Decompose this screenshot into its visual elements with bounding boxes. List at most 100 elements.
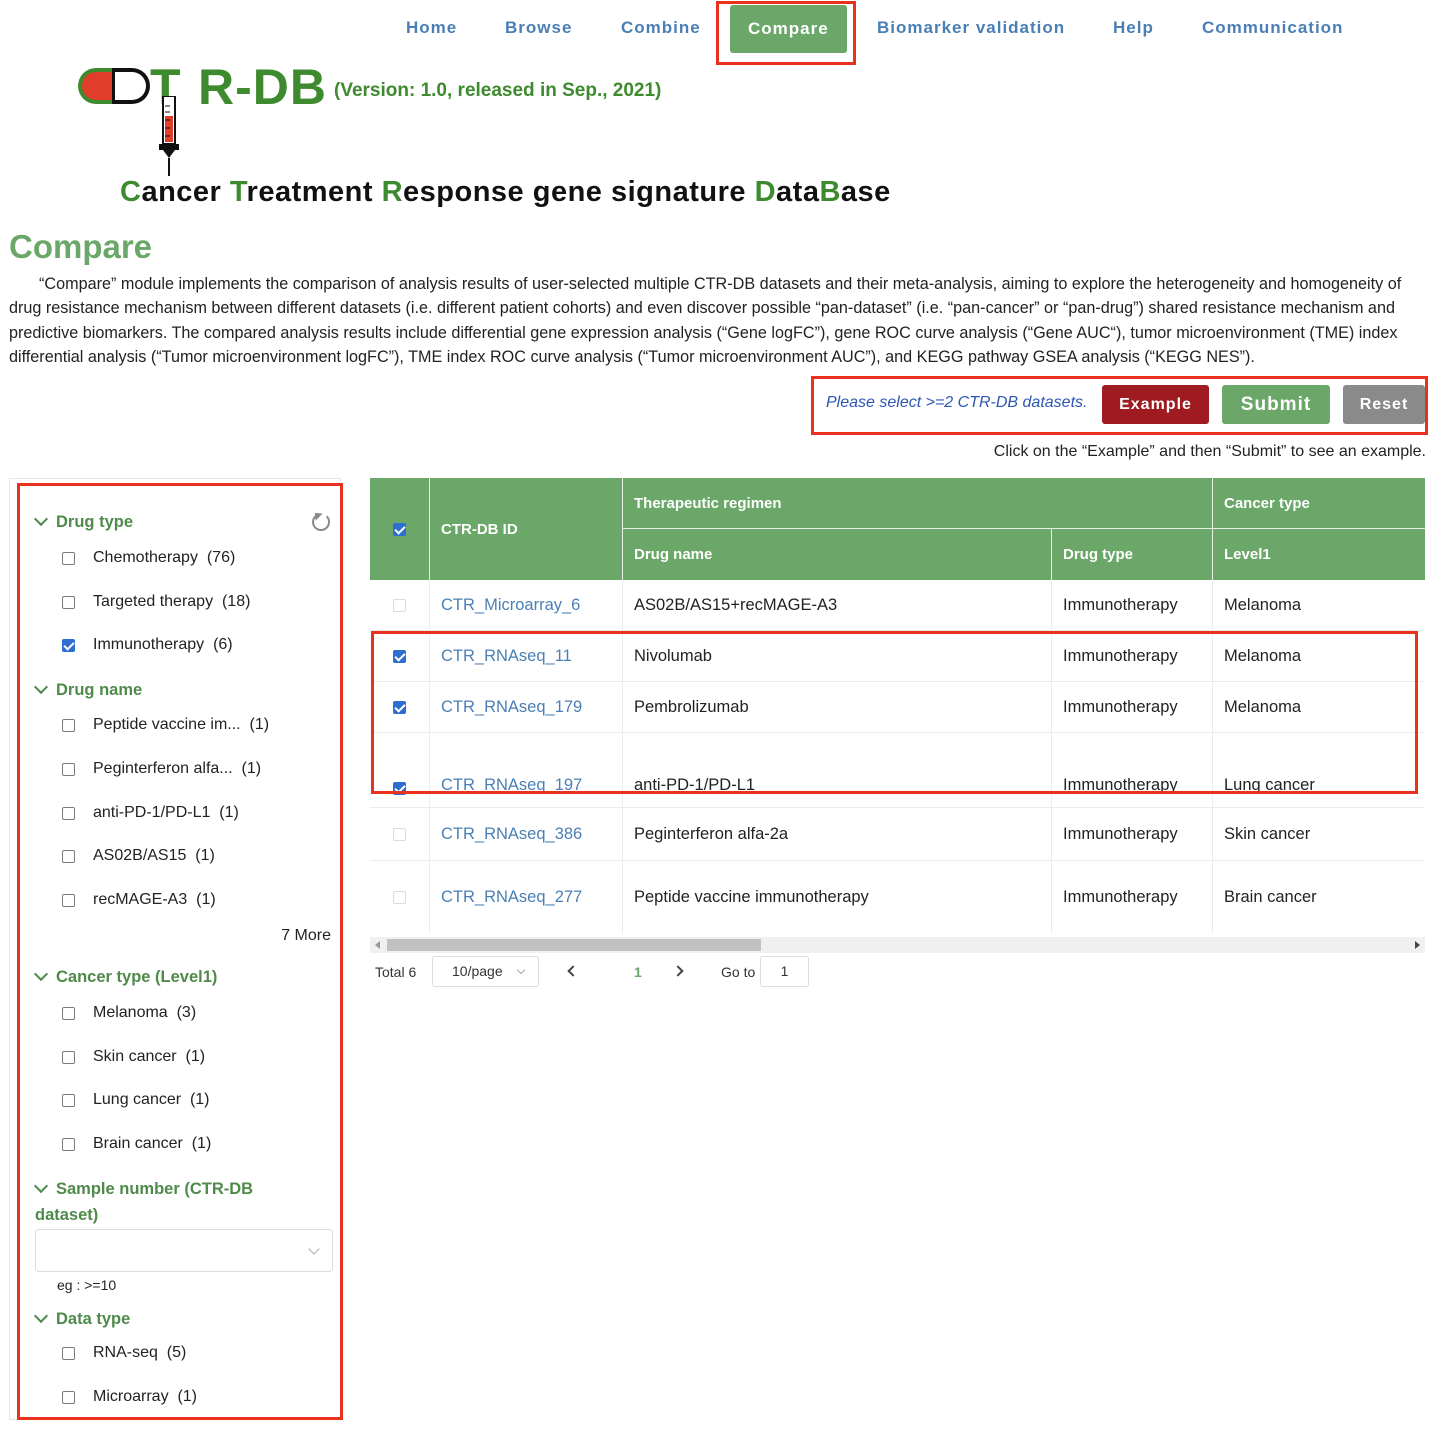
filter-drug-name-item[interactable]: Peptide vaccine im... (1) xyxy=(62,716,269,734)
level1-cell: Lung cancer xyxy=(1212,733,1425,807)
filter-cancer-type-header[interactable]: Cancer type (Level1) xyxy=(33,966,217,987)
filter-drug-type-immunotherapy[interactable]: Immunotherapy (6) xyxy=(62,636,233,654)
nav-biomarker-validation[interactable]: Biomarker validation xyxy=(877,18,1065,38)
checkbox[interactable] xyxy=(62,718,75,732)
row-checkbox[interactable] xyxy=(393,891,406,904)
dataset-id-link[interactable]: CTR_RNAseq_197 xyxy=(429,733,622,807)
nav-combine[interactable]: Combine xyxy=(621,18,701,38)
drug-name-cell: AS02B/AS15+recMAGE-A3 xyxy=(622,580,1051,630)
checkbox[interactable] xyxy=(62,1006,75,1020)
reset-button[interactable]: Reset xyxy=(1343,385,1425,424)
table-row[interactable]: CTR_Microarray_6 AS02B/AS15+recMAGE-A3 I… xyxy=(370,580,1425,631)
table-row[interactable]: CTR_RNAseq_11 Nivolumab Immunotherapy Me… xyxy=(370,631,1425,682)
dataset-id-link[interactable]: CTR_RNAseq_277 xyxy=(429,861,622,934)
dataset-id-link[interactable]: CTR_RNAseq_11 xyxy=(429,631,622,681)
checkbox[interactable] xyxy=(62,1093,75,1107)
scroll-left-icon[interactable] xyxy=(375,941,380,949)
dataset-id-link[interactable]: CTR_Microarray_6 xyxy=(429,580,622,630)
row-select-cell xyxy=(370,861,429,934)
drug-name-cell: Peginterferon alfa-2a xyxy=(622,808,1051,860)
header-ctrdb-id[interactable]: CTR-DB ID xyxy=(429,478,622,580)
table-row[interactable]: CTR_RNAseq_197 anti-PD-1/PD-L1 Immunothe… xyxy=(370,733,1425,808)
checkbox[interactable] xyxy=(62,1390,75,1404)
filter-drug-type-header[interactable]: Drug type xyxy=(33,511,133,532)
drug-type-cell: Immunotherapy xyxy=(1051,631,1212,681)
chevron-down-icon xyxy=(516,965,526,975)
example-button[interactable]: Example xyxy=(1102,385,1209,424)
chevron-down-icon xyxy=(33,966,49,982)
table-row[interactable]: CTR_RNAseq_179 Pembrolizumab Immunothera… xyxy=(370,682,1425,733)
row-checkbox-checked[interactable] xyxy=(393,700,406,714)
row-checkbox[interactable] xyxy=(393,827,406,841)
row-checkbox-checked[interactable] xyxy=(393,782,406,795)
level1-cell: Melanoma xyxy=(1212,580,1425,630)
dataset-id-link[interactable]: CTR_RNAseq_179 xyxy=(429,682,622,732)
filter-sample-number-header[interactable]: Sample number (CTR-DB xyxy=(33,1178,253,1199)
drug-name-cell: anti-PD-1/PD-L1 xyxy=(622,733,1051,807)
drug-name-cell: Pembrolizumab xyxy=(622,682,1051,732)
goto-page-input[interactable]: 1 xyxy=(760,956,809,987)
checkbox[interactable] xyxy=(62,1346,75,1360)
tagline-part: C xyxy=(120,176,142,208)
page-size-select[interactable]: 10/page xyxy=(432,956,539,987)
checkbox[interactable] xyxy=(62,1050,75,1064)
checkbox[interactable] xyxy=(62,595,75,609)
nav-communication[interactable]: Communication xyxy=(1202,18,1343,38)
filter-cancer-type-item[interactable]: Brain cancer (1) xyxy=(62,1135,211,1153)
dataset-id-link[interactable]: CTR_RNAseq_386 xyxy=(429,808,622,860)
filter-drug-type-chemotherapy[interactable]: Chemotherapy (76) xyxy=(62,549,235,567)
table-row[interactable]: CTR_RNAseq_277 Peptide vaccine immunothe… xyxy=(370,861,1425,934)
checkbox[interactable] xyxy=(62,849,75,863)
select-all-checkbox[interactable] xyxy=(393,522,406,536)
drug-name-cell: Nivolumab xyxy=(622,631,1051,681)
filter-drug-name-item[interactable]: anti-PD-1/PD-L1 (1) xyxy=(62,804,239,822)
filter-cancer-type-item[interactable]: Melanoma (3) xyxy=(62,1004,196,1022)
row-checkbox-checked[interactable] xyxy=(393,649,406,663)
current-page[interactable]: 1 xyxy=(634,964,642,980)
reset-filters-icon[interactable] xyxy=(312,513,330,531)
filter-drug-name-item[interactable]: recMAGE-A3 (1) xyxy=(62,891,216,909)
level1-cell: Melanoma xyxy=(1212,682,1425,732)
filter-drug-name-item[interactable]: AS02B/AS15 (1) xyxy=(62,847,215,865)
sample-number-select[interactable] xyxy=(35,1229,333,1272)
table-row[interactable]: CTR_RNAseq_386 Peginterferon alfa-2a Imm… xyxy=(370,808,1425,861)
header-drug-name[interactable]: Drug name xyxy=(622,529,1051,580)
checkbox[interactable] xyxy=(62,551,75,565)
table-header: CTR-DB ID Therapeutic regimen Cancer typ… xyxy=(370,478,1425,580)
nav-compare[interactable]: Compare xyxy=(730,5,847,53)
filter-data-type-header[interactable]: Data type xyxy=(33,1308,130,1329)
filter-data-type-item[interactable]: Microarray (1) xyxy=(62,1388,197,1406)
checkbox[interactable] xyxy=(62,762,75,776)
filter-cancer-type-item[interactable]: Lung cancer (1) xyxy=(62,1091,210,1109)
nav-help[interactable]: Help xyxy=(1113,18,1154,38)
example-note: Click on the “Example” and then “Submit”… xyxy=(993,443,1426,460)
drug-type-cell: Immunotherapy xyxy=(1051,808,1212,860)
header-drug-type[interactable]: Drug type xyxy=(1051,529,1212,580)
filter-drug-name-item[interactable]: Peginterferon alfa... (1) xyxy=(62,760,261,778)
checkbox-checked[interactable] xyxy=(62,638,75,652)
filter-cancer-type-item[interactable]: Skin cancer (1) xyxy=(62,1048,205,1066)
filter-sidebar: Drug type Chemotherapy (76) Targeted the… xyxy=(9,478,341,1420)
filter-data-type-item[interactable]: RNA-seq (5) xyxy=(62,1344,186,1362)
nav-home[interactable]: Home xyxy=(406,18,457,38)
more-drug-names-link[interactable]: 7 More xyxy=(281,927,331,945)
scrollbar-thumb[interactable] xyxy=(387,939,761,951)
filter-drug-name-header[interactable]: Drug name xyxy=(33,679,142,700)
next-page-icon[interactable] xyxy=(672,965,684,977)
filter-sample-number-header-cont: dataset) xyxy=(35,1206,99,1224)
checkbox[interactable] xyxy=(62,806,75,820)
level1-cell: Brain cancer xyxy=(1212,861,1425,934)
row-select-cell xyxy=(370,580,429,630)
scroll-right-icon[interactable] xyxy=(1415,941,1420,949)
header-level1[interactable]: Level1 xyxy=(1212,529,1425,580)
filter-drug-type-targeted[interactable]: Targeted therapy (18) xyxy=(62,593,250,611)
chevron-down-icon xyxy=(308,1243,320,1255)
submit-button[interactable]: Submit xyxy=(1222,385,1330,424)
checkbox[interactable] xyxy=(62,1137,75,1151)
nav-browse[interactable]: Browse xyxy=(505,18,572,38)
prev-page-icon[interactable] xyxy=(567,965,579,977)
checkbox[interactable] xyxy=(62,893,75,907)
row-checkbox[interactable] xyxy=(393,598,406,612)
table-horizontal-scrollbar[interactable] xyxy=(370,937,1425,953)
site-logo: T R-DB (Version: 1.0, released in Sep., … xyxy=(72,56,922,216)
